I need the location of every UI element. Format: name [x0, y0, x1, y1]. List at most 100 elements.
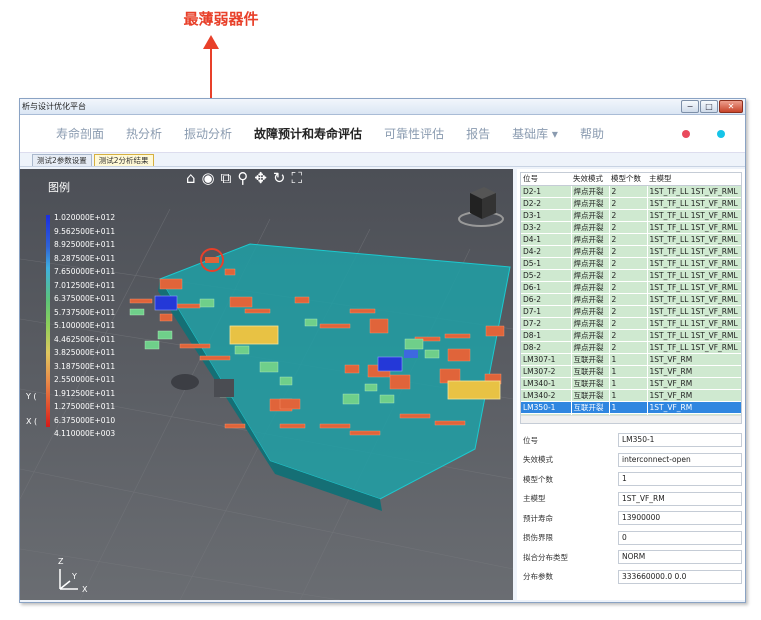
table-cell: 1 — [609, 401, 648, 414]
property-value-field[interactable]: LM350-1 — [618, 433, 742, 447]
close-button[interactable]: ✕ — [719, 100, 743, 113]
table-cell: 2 — [609, 257, 648, 270]
table-row[interactable]: D4-1 焊点开裂 2 1ST_TF_LL 1ST_VF_RML — [521, 233, 741, 246]
grid-horizontal-scrollbar[interactable] — [521, 415, 741, 423]
property-value-field[interactable]: 1ST_VF_RM — [618, 491, 742, 506]
table-cell: 1ST_VF_RM — [647, 377, 741, 390]
table-row[interactable]: D8-2 焊点开裂 2 1ST_TF_LL 1ST_VF_RML — [521, 341, 741, 354]
property-value-field[interactable]: 333660000.0 0.0 — [618, 569, 742, 584]
status-dot-cyan[interactable] — [717, 130, 725, 138]
legend-value: 7.650000E+011 — [54, 267, 116, 276]
table-row[interactable]: LM307-2 互联开裂 1 1ST_VF_RM — [521, 365, 741, 378]
table-row[interactable]: D5-2 焊点开裂 2 1ST_TF_LL 1ST_VF_RML — [521, 269, 741, 282]
fit-icon[interactable]: ⛶ — [292, 169, 303, 187]
property-value-field[interactable]: NORM — [618, 550, 742, 564]
property-value-field[interactable]: 13900000 — [618, 511, 742, 525]
table-cell: 焊点开裂 — [571, 209, 610, 222]
table-cell: 焊点开裂 — [571, 197, 610, 210]
nav-reliability-assessment[interactable]: 可靠性评估 — [373, 125, 455, 142]
legend-value: 8.287500E+011 — [54, 253, 116, 263]
table-cell: 1ST_VF_RM — [647, 365, 741, 378]
table-row[interactable]: D7-1 焊点开裂 2 1ST_TF_LL 1ST_VF_RML — [521, 305, 741, 318]
view-cube-icon[interactable] — [456, 181, 506, 231]
table-cell: 焊点开裂 — [571, 221, 610, 234]
table-cell: 1 — [609, 377, 648, 390]
table-row[interactable]: D7-2 焊点开裂 2 1ST_TF_LL 1ST_VF_RML — [521, 317, 741, 330]
legend-value: 6.375000E+010 — [54, 415, 116, 425]
property-row: 模型个数 1 — [520, 470, 742, 488]
minimize-button[interactable]: − — [681, 100, 699, 113]
property-value-field[interactable]: interconnect-open — [618, 452, 742, 467]
nav-report[interactable]: 报告 — [455, 125, 501, 142]
zoom-box-icon[interactable]: ⧉ — [221, 169, 232, 187]
table-cell: 2 — [609, 341, 648, 354]
table-cell: 1ST_TF_LL 1ST_VF_RML — [647, 317, 741, 330]
table-cell: LM307-1 — [521, 353, 572, 366]
view-icon[interactable]: ◉ — [202, 169, 215, 187]
table-cell: 焊点开裂 — [571, 185, 610, 198]
legend-value: 1.275000E+011 — [54, 402, 116, 411]
table-cell: 2 — [609, 281, 648, 294]
maximize-button[interactable]: □ — [700, 100, 718, 113]
title-bar: 析与设计优化平台 − □ ✕ — [20, 99, 745, 115]
table-cell: 2 — [609, 293, 648, 306]
pan-icon[interactable]: ✥ — [254, 169, 267, 187]
main-nav: 寿命剖面 热分析 振动分析 故障预计和寿命评估 可靠性评估 报告 基础库 ▾ 帮… — [20, 115, 745, 153]
right-panel: 位号 失效模式 模型个数 主模型 D2-1 焊点开裂 2 1ST_TF_LL 1ST_VF_… — [517, 169, 745, 600]
nav-base-library[interactable]: 基础库 ▾ — [501, 125, 569, 142]
table-cell: D3-1 — [521, 209, 572, 222]
3d-viewport[interactable]: Y (X ( 图例 1.020000E+012 9.562500E+011 8.92… — [20, 169, 513, 600]
nav-help[interactable]: 帮助 — [569, 125, 615, 142]
nav-failure-prediction[interactable]: 故障预计和寿命评估 — [243, 125, 373, 142]
legend-value: 3.187500E+011 — [54, 361, 116, 371]
table-row[interactable]: D3-2 焊点开裂 2 1ST_TF_LL 1ST_VF_RML — [521, 221, 741, 234]
table-row[interactable]: D3-1 焊点开裂 2 1ST_TF_LL 1ST_VF_RML — [521, 209, 741, 222]
grid-column-header[interactable]: 主模型 — [647, 173, 741, 186]
table-cell: 1ST_TF_LL 1ST_VF_RML — [647, 293, 741, 306]
table-row[interactable]: LM350-1 互联开裂 1 1ST_VF_RM — [521, 401, 741, 414]
property-value-field[interactable]: 0 — [618, 530, 742, 545]
table-cell: 互联开裂 — [571, 389, 610, 402]
table-row[interactable]: D4-2 焊点开裂 2 1ST_TF_LL 1ST_VF_RML — [521, 245, 741, 258]
axis-triad-icon — [59, 569, 78, 590]
table-cell: 2 — [609, 317, 648, 330]
table-cell: D6-2 — [521, 293, 572, 306]
grid-column-header[interactable]: 失效模式 — [571, 173, 609, 186]
property-row: 拟合分布类型 NORM — [520, 548, 742, 566]
table-row[interactable]: D2-1 焊点开裂 2 1ST_TF_LL 1ST_VF_RML — [521, 185, 741, 198]
callout-arrow-head — [203, 35, 219, 49]
home-icon[interactable]: ⌂ — [186, 169, 196, 187]
tab-test2-results[interactable]: 测试2分析结果 — [93, 154, 154, 166]
nav-thermal-analysis[interactable]: 热分析 — [115, 125, 173, 142]
status-dot-red[interactable] — [682, 130, 690, 138]
table-cell: D8-2 — [521, 341, 572, 354]
table-cell: 1ST_TF_LL 1ST_VF_RML — [647, 221, 741, 234]
legend-values: 1.020000E+012 9.562500E+011 8.925000E+011 8… — [54, 211, 115, 441]
table-cell: 焊点开裂 — [571, 233, 610, 246]
rotate-icon[interactable]: ↻ — [273, 169, 286, 187]
table-row[interactable]: D6-2 焊点开裂 2 1ST_TF_LL 1ST_VF_RML — [521, 293, 741, 306]
legend-value: 4.462500E+011 — [54, 334, 116, 344]
grid-column-header[interactable]: 模型个数 — [609, 173, 647, 186]
tab-test2-params[interactable]: 测试2参数设置 — [32, 154, 92, 166]
nav-vibration-analysis[interactable]: 振动分析 — [173, 125, 243, 142]
table-cell: D2-2 — [521, 197, 572, 210]
table-cell: D2-1 — [521, 185, 572, 198]
property-value-field[interactable]: 1 — [618, 472, 742, 486]
table-row[interactable]: D6-1 焊点开裂 2 1ST_TF_LL 1ST_VF_RML — [521, 281, 741, 294]
table-row[interactable]: D2-2 焊点开裂 2 1ST_TF_LL 1ST_VF_RML — [521, 197, 741, 210]
legend-colorbar — [46, 215, 50, 427]
table-cell: D4-1 — [521, 233, 572, 246]
component-grid[interactable]: 位号 失效模式 模型个数 主模型 D2-1 焊点开裂 2 1ST_TF_LL 1ST_VF_… — [520, 172, 742, 424]
table-row[interactable]: LM340-1 互联开裂 1 1ST_VF_RM — [521, 377, 741, 390]
nav-life-profile[interactable]: 寿命剖面 — [20, 125, 115, 142]
table-row[interactable]: D8-1 焊点开裂 2 1ST_TF_LL 1ST_VF_RML — [521, 329, 741, 342]
grid-column-header[interactable]: 位号 — [521, 173, 571, 186]
table-row[interactable]: LM307-1 互联开裂 1 1ST_VF_RM — [521, 353, 741, 366]
zoom-icon[interactable]: ⚲ — [237, 169, 248, 187]
legend-value: 1.020000E+012 — [54, 213, 116, 222]
sub-tabs: 测试2参数设置 测试2分析结果 — [20, 153, 745, 167]
table-row[interactable]: LM340-2 互联开裂 1 1ST_VF_RM — [521, 389, 741, 402]
table-row[interactable]: D5-1 焊点开裂 2 1ST_TF_LL 1ST_VF_RML — [521, 257, 741, 270]
table-cell: 互联开裂 — [571, 353, 610, 366]
